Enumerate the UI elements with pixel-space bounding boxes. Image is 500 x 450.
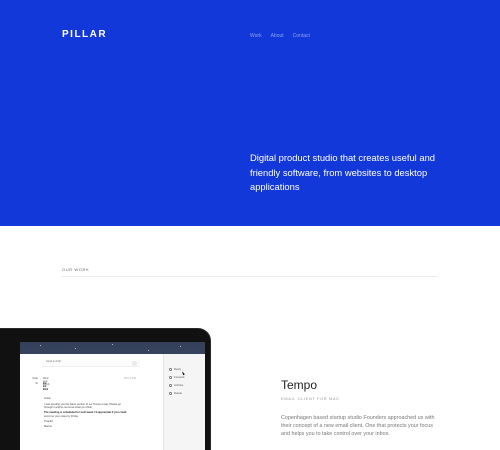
star-dot: [180, 346, 181, 347]
mail-window: Send to draft Date Wed and sundt Wed 3 P…: [20, 354, 163, 450]
mail-greeting: Hi Ed,: [44, 397, 52, 400]
forward-icon: [169, 375, 172, 379]
archive-action[interactable]: Archive: [169, 383, 183, 387]
section-divider: [62, 276, 438, 277]
header-value: Ed Ed Bird: [43, 382, 49, 391]
nav-contact-link[interactable]: Contact: [293, 33, 310, 39]
star-dot: [112, 344, 113, 345]
avatar: [132, 361, 137, 366]
mail-line: The meeting is scheduled for next week. …: [44, 411, 127, 414]
star-dot: [40, 345, 41, 346]
forward-label: Forward: [174, 375, 185, 379]
logo[interactable]: PILLAR: [62, 29, 107, 40]
project-title[interactable]: Tempo: [281, 378, 317, 392]
header-key: To: [35, 382, 38, 385]
mail-signoff: Thanks!: [44, 420, 54, 423]
hero-section: PILLAR Work About Contact Digital produc…: [0, 0, 500, 226]
header-key: Date: [32, 377, 38, 380]
trash-icon: [169, 391, 172, 395]
draft-label: Send to draft: [46, 360, 61, 363]
draft-field[interactable]: Send to draft: [42, 360, 140, 367]
nav-work-link[interactable]: Work: [250, 33, 262, 39]
laptop-screen[interactable]: Send to draft Date Wed and sundt Wed 3 P…: [20, 342, 205, 450]
delete-action[interactable]: Delete: [169, 391, 182, 395]
reply-action[interactable]: Reply: [169, 367, 181, 371]
reply-icon: [169, 367, 172, 371]
hero-tagline: Digital product studio that creates usef…: [250, 152, 436, 192]
mail-line: send me your notes by Friday.: [44, 415, 79, 418]
star-dot: [148, 350, 149, 351]
delete-label: Delete: [174, 391, 183, 395]
mail-line: through it and let me know what you thin…: [44, 406, 93, 409]
project-subtitle: EMAIL CLIENT FOR MAC: [281, 396, 340, 401]
mail-action-panel: Reply Forward Archive Delete: [163, 354, 205, 450]
forward-action[interactable]: Forward: [169, 375, 184, 379]
star-dot: [75, 348, 76, 349]
reply-label: Reply: [174, 367, 182, 371]
archive-icon: [169, 383, 172, 387]
header-meta: Wed 3 PM: [124, 377, 137, 380]
main-nav: Work About Contact: [250, 33, 310, 39]
archive-label: Archive: [174, 383, 184, 387]
project-description: Copenhagen based startup studio Founders…: [281, 415, 435, 437]
nav-about-link[interactable]: About: [271, 33, 284, 39]
section-label: OUR WORK: [62, 267, 90, 272]
mail-signature: Marius: [44, 425, 52, 428]
